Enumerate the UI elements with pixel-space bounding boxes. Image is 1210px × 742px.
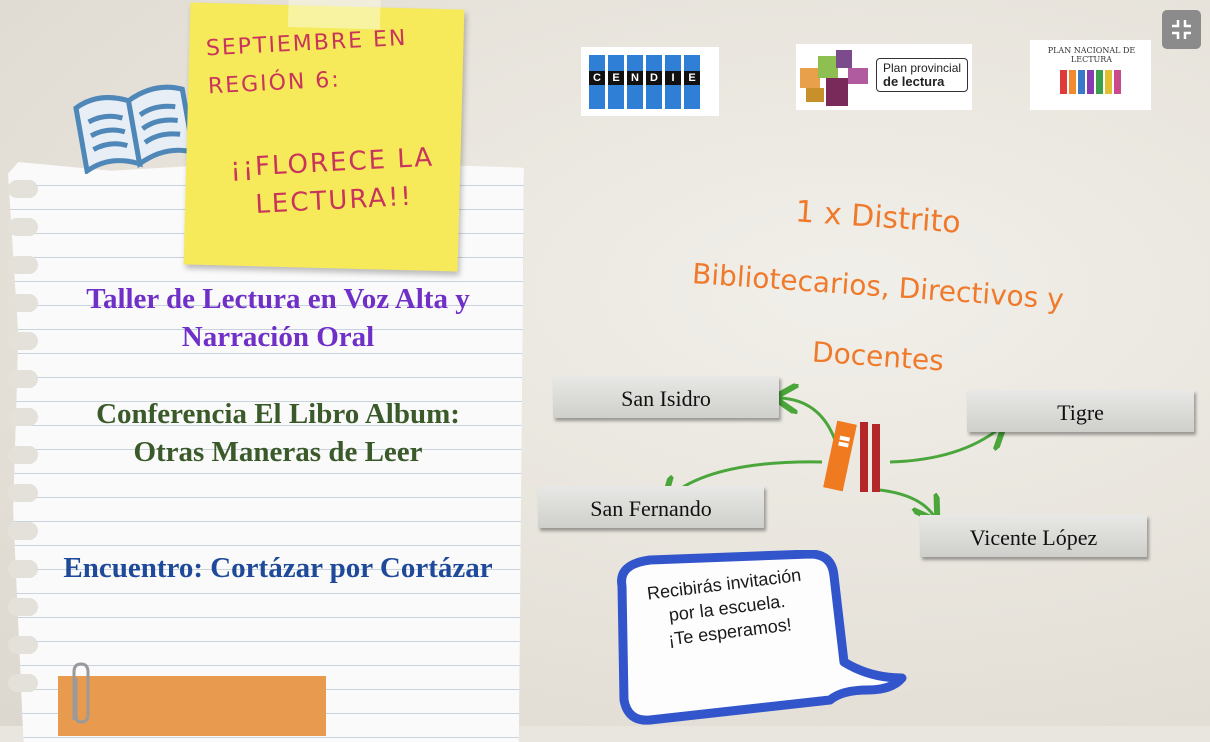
colored-books-icon [800, 50, 868, 106]
plan-provincial-logo: Plan provincial de lectura [796, 44, 972, 110]
paperclip-icon [72, 662, 90, 724]
activity-conferencia: Conferencia El Libro Album: Otras Manera… [96, 398, 460, 468]
exit-fullscreen-button[interactable] [1162, 10, 1201, 49]
activity-taller: Taller de Lectura en Voz Alta y Narració… [86, 283, 470, 353]
sticky-title: Septiembre en Región 6: [205, 25, 408, 100]
activity-encuentro: Encuentro: Cortázar por Cortázar [63, 552, 493, 584]
cendie-logo: C E N D I E [581, 47, 719, 116]
plan-nacional-books-icon [1060, 70, 1121, 94]
open-book-icon [73, 84, 197, 174]
paper-holes [8, 170, 48, 726]
district-vicente-lopez: Vicente López [920, 515, 1147, 557]
sticky-motto: ¡¡Florece la lectura!! [229, 142, 435, 220]
plan-provincial-line2: de lectura [883, 74, 945, 89]
exit-fullscreen-icon [1172, 20, 1191, 39]
district-tigre: Tigre [967, 390, 1194, 432]
district-san-isidro: San Isidro [553, 376, 779, 418]
sticky-note-text: Septiembre en Región 6: ¡¡Florece la lec… [205, 18, 455, 226]
plan-provincial-line1: Plan provincial [883, 61, 962, 75]
district-san-fernando: San Fernando [538, 486, 764, 528]
plan-nacional-logo: PLAN NACIONAL DE LECTURA [1030, 40, 1151, 110]
plan-nacional-title: PLAN NACIONAL DE LECTURA [1047, 46, 1136, 64]
orange-card [58, 676, 326, 736]
